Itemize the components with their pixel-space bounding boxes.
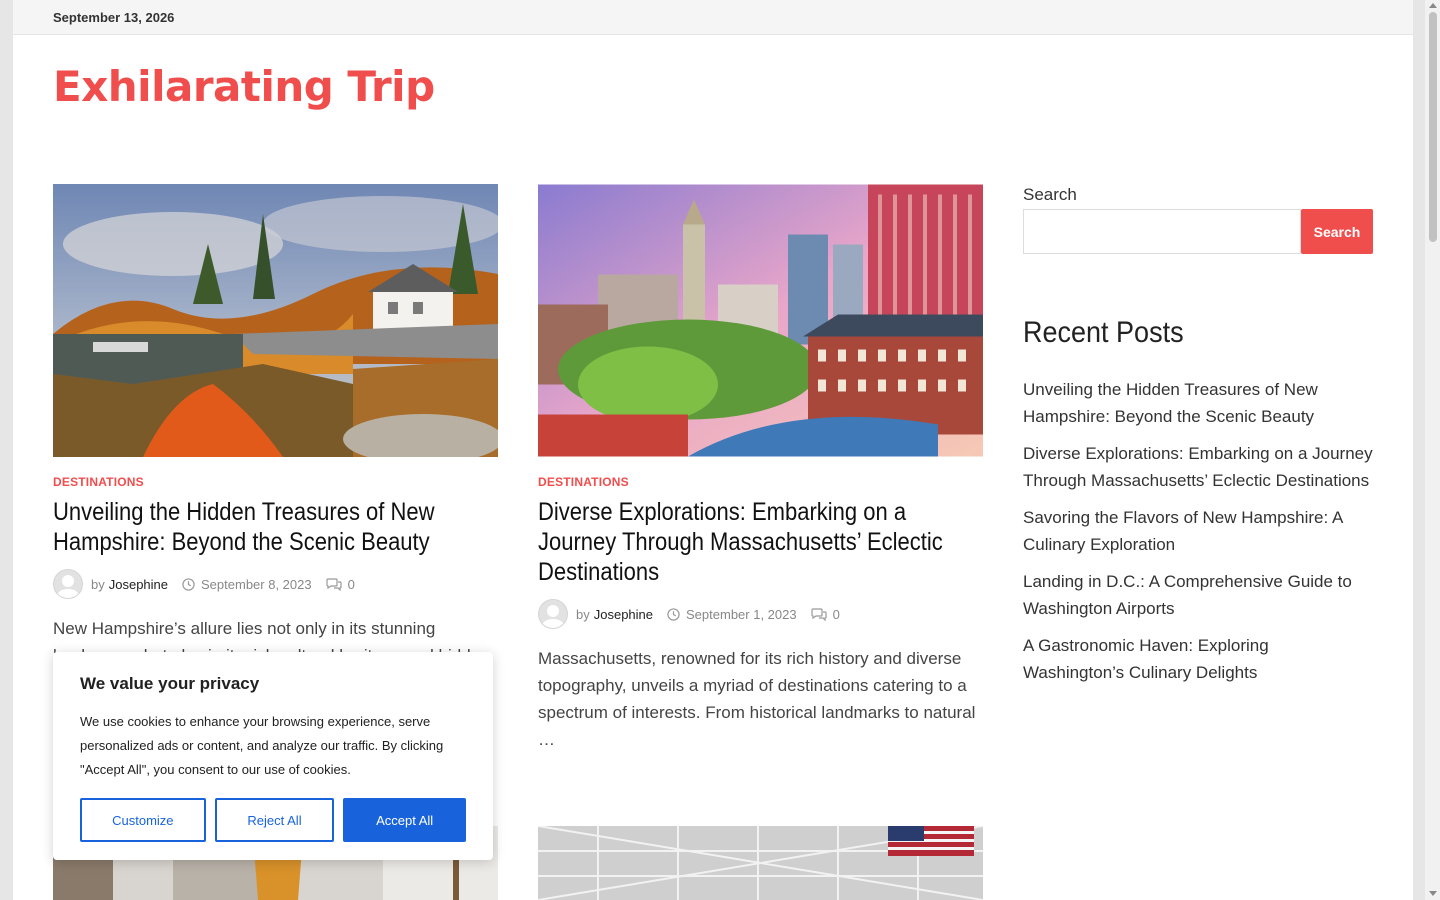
cookie-text: We use cookies to enhance your browsing … bbox=[80, 714, 444, 777]
post-meta: by Josephine September 8, 2023 0 bbox=[53, 569, 498, 599]
by-label: by bbox=[91, 576, 105, 592]
comment-icon bbox=[810, 607, 827, 621]
post-title[interactable]: Unveiling the Hidden Treasures of New Ha… bbox=[53, 497, 497, 557]
recent-post-link[interactable]: Landing in D.C.: A Comprehensive Guide t… bbox=[1023, 568, 1373, 622]
clock-icon bbox=[667, 607, 680, 621]
comment-count[interactable]: 0 bbox=[833, 607, 840, 622]
post-meta: by Josephine September 1, 2023 0 bbox=[538, 599, 983, 629]
scroll-down-arrow-icon[interactable] bbox=[1429, 891, 1437, 896]
recent-post-link[interactable]: A Gastronomic Haven: Exploring Washingto… bbox=[1023, 632, 1373, 686]
search-button[interactable]: Search bbox=[1301, 209, 1373, 254]
post-date[interactable]: September 8, 2023 bbox=[201, 577, 312, 592]
recent-post-link[interactable]: Diverse Explorations: Embarking on a Jou… bbox=[1023, 440, 1373, 494]
clock-icon bbox=[182, 577, 195, 591]
post-thumbnail-airport[interactable] bbox=[538, 826, 983, 900]
accept-all-button[interactable]: Accept All bbox=[343, 798, 466, 842]
by-label: by bbox=[576, 606, 590, 622]
current-date: September 13, 2026 bbox=[53, 9, 175, 25]
search-label: Search bbox=[1023, 185, 1077, 204]
post-thumbnail-autumn-lake[interactable] bbox=[53, 184, 498, 457]
comment-count[interactable]: 0 bbox=[348, 577, 355, 592]
site-title[interactable]: Exhilarating Trip bbox=[53, 62, 435, 111]
top-bar: September 13, 2026 bbox=[13, 0, 1413, 35]
recent-posts-heading: Recent Posts bbox=[1023, 316, 1184, 349]
scroll-up-arrow-icon[interactable] bbox=[1429, 3, 1437, 8]
cookie-title: We value your privacy bbox=[80, 674, 260, 693]
avatar-icon bbox=[538, 599, 568, 629]
reject-all-button[interactable]: Reject All bbox=[214, 798, 335, 842]
post-author[interactable]: Josephine bbox=[594, 607, 653, 622]
cookie-consent-banner: We value your privacy We use cookies to … bbox=[53, 652, 493, 860]
post-author[interactable]: Josephine bbox=[109, 577, 168, 592]
sidebar: Search Search Recent Posts Unveiling the… bbox=[1023, 185, 1373, 696]
avatar-icon bbox=[53, 569, 83, 599]
post-category[interactable]: DESTINATIONS bbox=[538, 475, 983, 489]
cookie-buttons: Customize Reject All Accept All bbox=[80, 798, 466, 842]
post-card: DESTINATIONS Diverse Explorations: Embar… bbox=[538, 184, 983, 753]
post-date[interactable]: September 1, 2023 bbox=[686, 607, 797, 622]
post-title[interactable]: Diverse Explorations: Embarking on a Jou… bbox=[538, 497, 982, 587]
search-input[interactable] bbox=[1023, 209, 1301, 254]
post-thumbnail-boston-city[interactable] bbox=[538, 184, 983, 457]
recent-post-link[interactable]: Unveiling the Hidden Treasures of New Ha… bbox=[1023, 376, 1373, 430]
comment-icon bbox=[325, 577, 342, 591]
post-category[interactable]: DESTINATIONS bbox=[53, 475, 498, 489]
recent-posts-list: Unveiling the Hidden Treasures of New Ha… bbox=[1023, 376, 1373, 686]
post-excerpt: Massachusetts, renowned for its rich his… bbox=[538, 649, 976, 749]
page: September 13, 2026 Exhilarating Trip DES… bbox=[13, 0, 1413, 900]
customize-button[interactable]: Customize bbox=[80, 798, 206, 842]
search-form: Search bbox=[1023, 209, 1373, 254]
scrollbar-thumb[interactable] bbox=[1429, 12, 1437, 242]
post-card: DESTINATIONS Unveiling the Hidden Treasu… bbox=[53, 184, 498, 669]
recent-post-link[interactable]: Savoring the Flavors of New Hampshire: A… bbox=[1023, 504, 1373, 558]
vertical-scrollbar[interactable] bbox=[1425, 0, 1440, 900]
